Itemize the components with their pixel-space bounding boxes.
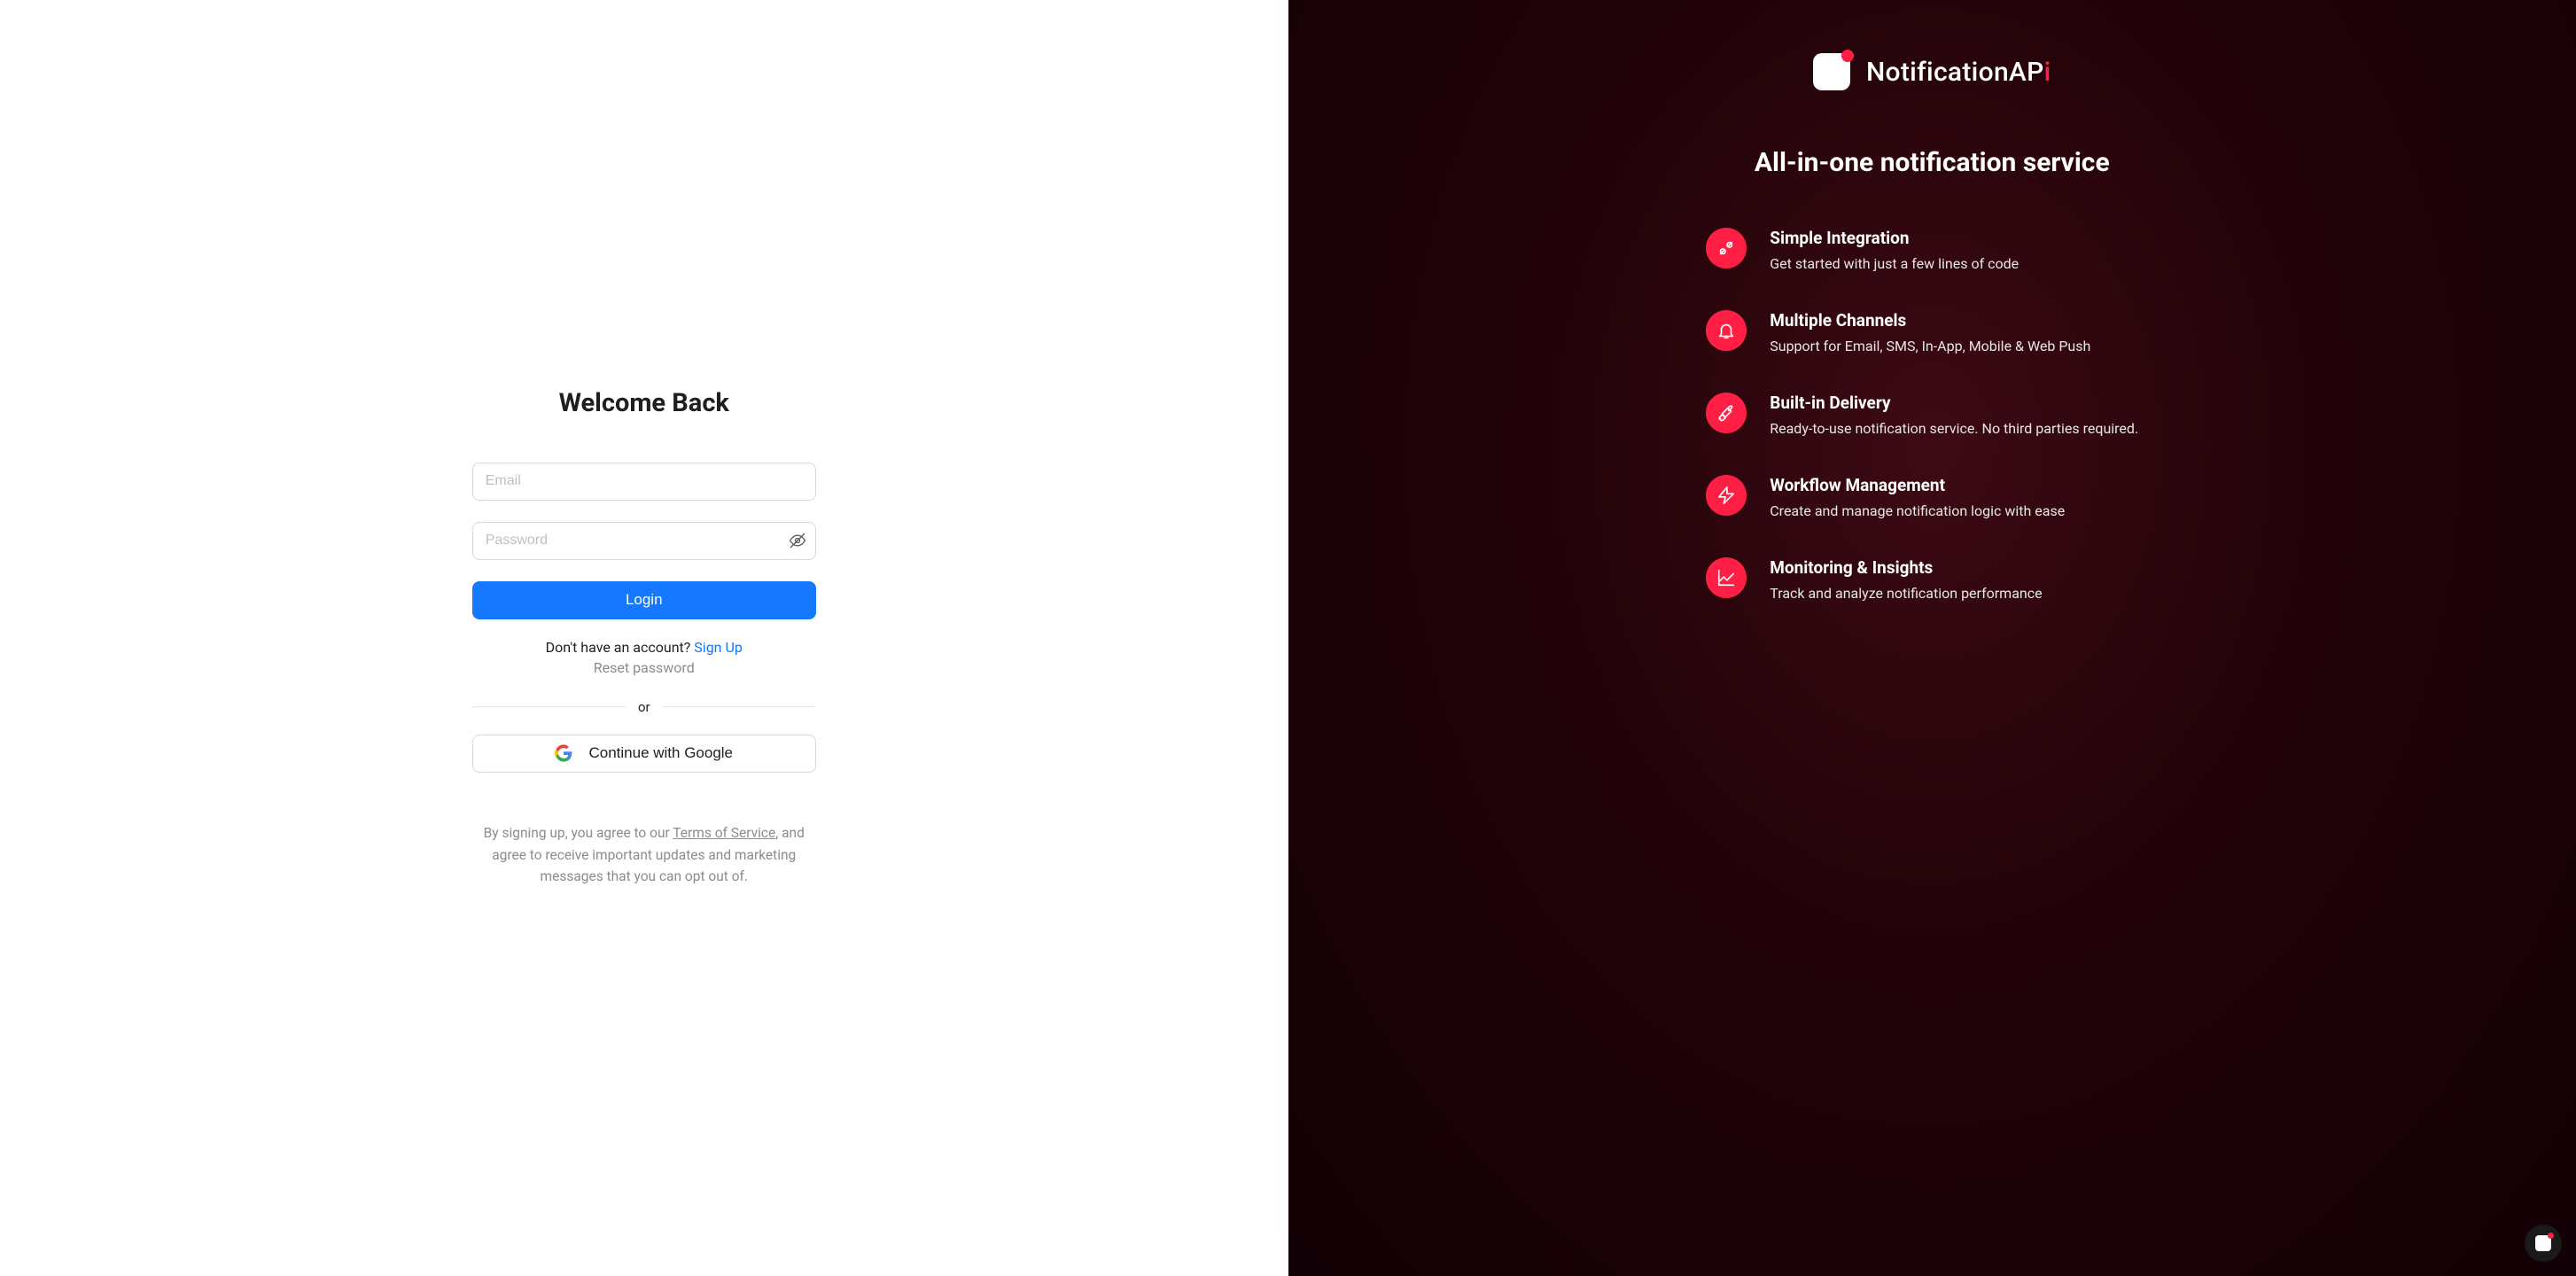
feature-simple-integration: Simple Integration Get started with just… — [1706, 228, 2158, 275]
tos-prefix: By signing up, you agree to our — [484, 825, 673, 841]
signup-link[interactable]: Sign Up — [694, 639, 743, 656]
feature-title: Simple Integration — [1770, 228, 2019, 248]
google-icon — [555, 744, 572, 762]
tos-paragraph: By signing up, you agree to our Terms of… — [476, 822, 813, 888]
toggle-password-visibility-button[interactable] — [788, 531, 807, 550]
help-widget-button[interactable] — [2525, 1225, 2562, 1262]
feature-title: Multiple Channels — [1770, 310, 2090, 331]
login-heading: Welcome Back — [559, 388, 729, 418]
feature-built-in-delivery: Built-in Delivery Ready-to-use notificat… — [1706, 393, 2158, 440]
tagline: All-in-one notification service — [1755, 147, 2110, 178]
feature-title: Built-in Delivery — [1770, 393, 2138, 413]
brand: NotificationAPi — [1813, 53, 2051, 90]
brand-name-accent: i — [2044, 57, 2051, 88]
eye-off-icon — [789, 532, 806, 549]
login-panel: Welcome Back Login Don't have an account… — [0, 0, 1288, 1276]
marketing-panel: NotificationAPi All-in-one notification … — [1288, 0, 2576, 1276]
brand-name-plain: NotificationAP — [1866, 57, 2044, 88]
feature-title: Workflow Management — [1770, 475, 2065, 495]
brand-logo-icon — [1813, 53, 1850, 90]
feature-workflow-management: Workflow Management Create and manage no… — [1706, 475, 2158, 522]
feature-title: Monitoring & Insights — [1770, 557, 2042, 578]
signup-prefix: Don't have an account? — [546, 639, 695, 656]
lightning-icon — [1706, 475, 1747, 516]
email-field-wrap — [472, 463, 816, 501]
chart-line-icon — [1706, 557, 1747, 598]
feature-desc: Support for Email, SMS, In-App, Mobile &… — [1770, 336, 2090, 357]
password-field[interactable] — [472, 522, 816, 560]
feature-list: Simple Integration Get started with just… — [1706, 228, 2158, 604]
feature-monitoring-insights: Monitoring & Insights Track and analyze … — [1706, 557, 2158, 604]
feature-multiple-channels: Multiple Channels Support for Email, SMS… — [1706, 310, 2158, 357]
rocket-icon — [1706, 393, 1747, 433]
feature-desc: Track and analyze notification performan… — [1770, 583, 2042, 604]
divider-text: or — [626, 699, 663, 715]
reset-password-link[interactable]: Reset password — [594, 659, 695, 676]
continue-with-google-button[interactable]: Continue with Google — [472, 735, 816, 773]
notification-icon — [2535, 1235, 2551, 1251]
login-form: Welcome Back Login Don't have an account… — [472, 388, 816, 888]
password-field-wrap — [472, 522, 816, 560]
plug-icon — [1706, 228, 1747, 268]
signup-row: Don't have an account? Sign Up — [546, 639, 743, 656]
feature-desc: Create and manage notification logic wit… — [1770, 501, 2065, 522]
google-button-label: Continue with Google — [588, 744, 733, 762]
or-divider: or — [472, 699, 816, 715]
login-button[interactable]: Login — [472, 581, 816, 619]
brand-name: NotificationAPi — [1866, 57, 2051, 88]
feature-desc: Ready-to-use notification service. No th… — [1770, 418, 2138, 440]
tos-link[interactable]: Terms of Service — [673, 825, 775, 841]
email-field[interactable] — [472, 463, 816, 501]
bell-icon — [1706, 310, 1747, 351]
feature-desc: Get started with just a few lines of cod… — [1770, 253, 2019, 275]
